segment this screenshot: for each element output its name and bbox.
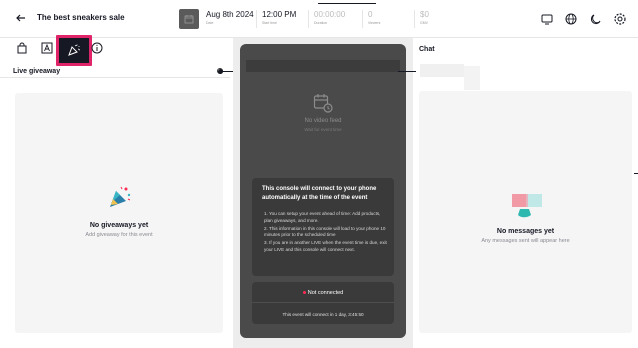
viewers-label: Viewers: [368, 21, 381, 25]
connect-countdown: This event will connect in 1 day, 3:45:5…: [282, 312, 364, 317]
connection-status: Not connected: [252, 290, 394, 296]
viewers-stat: 0 Viewers: [368, 10, 380, 26]
gmv-value: $0: [420, 10, 429, 19]
moon-icon[interactable]: [589, 12, 603, 26]
gmv-stat: $0 GMV: [420, 10, 429, 26]
globe-icon[interactable]: [564, 12, 578, 26]
top-header: The best sneakers sale Aug 8th 2024 Date…: [0, 0, 638, 38]
no-feed-subtitle: Wait for event time: [304, 127, 342, 132]
giveaway-tool-button[interactable]: [56, 35, 92, 66]
connection-status-label: Not connected: [307, 290, 344, 296]
shopping-bag-icon[interactable]: [16, 42, 30, 56]
duration-label: Duration: [314, 21, 328, 25]
info-item: 3. If you are in another LIVE when the e…: [264, 240, 387, 252]
start-time-label: Start time: [262, 21, 277, 25]
info-item: 1. You can setup your event ahead of tim…: [264, 211, 381, 223]
party-popper-icon: [110, 186, 131, 207]
status-dot-icon: [302, 291, 306, 295]
no-feed-title: No video feed: [304, 118, 342, 124]
empty-title: No giveaways yet: [89, 222, 149, 229]
viewers-value: 0: [368, 10, 373, 19]
gear-icon[interactable]: [613, 12, 627, 26]
info-icon[interactable]: [91, 42, 105, 56]
duration-value: 00:00:00: [314, 10, 346, 19]
info-item: 2. This information in this console will…: [264, 225, 386, 238]
duration-stat: 00:00:00 Duration: [314, 10, 345, 26]
divider: [414, 10, 415, 28]
divider: [252, 302, 394, 303]
calendar-button[interactable]: [179, 9, 199, 29]
info-list: 1. You can setup your event ahead of tim…: [264, 211, 390, 255]
date-stat: Aug 8th 2024 Date: [206, 10, 254, 26]
start-time-stat: 12:00 PM Start time: [262, 10, 296, 26]
chat-title: Chat: [419, 46, 435, 53]
info-title: This console will connect to your phone …: [262, 186, 377, 201]
gmv-label: GMV: [420, 21, 428, 25]
text-box-icon[interactable]: [41, 42, 55, 56]
divider: [256, 10, 257, 28]
blurred-region: [464, 66, 480, 90]
divider: [362, 10, 363, 28]
divider: [308, 10, 309, 28]
calendar-clock-icon: [313, 94, 333, 113]
chat-bubbles-icon: [512, 194, 542, 218]
giveaway-list-area: [15, 93, 223, 333]
empty-title: No messages yet: [496, 228, 555, 235]
monitor-icon[interactable]: [540, 12, 554, 26]
party-popper-icon: [68, 44, 81, 56]
calendar-icon: [184, 15, 194, 24]
divider: [634, 173, 638, 174]
event-title: The best sneakers sale: [37, 13, 125, 22]
start-time-value: 12:00 PM: [262, 10, 297, 19]
back-arrow-icon[interactable]: [13, 11, 29, 27]
phone-topbar: [246, 60, 400, 72]
empty-subtitle: Add giveaway for this event: [85, 232, 153, 238]
panel-title: Live giveaway: [13, 68, 61, 75]
date-value: Aug 8th 2024: [206, 10, 254, 19]
connection-status-card: [252, 282, 394, 324]
connector-line: [398, 71, 416, 72]
empty-subtitle: Any messages sent will appear here: [481, 238, 570, 244]
divider: [318, 3, 376, 4]
date-label: Date: [206, 21, 214, 25]
blurred-region: [420, 64, 464, 77]
